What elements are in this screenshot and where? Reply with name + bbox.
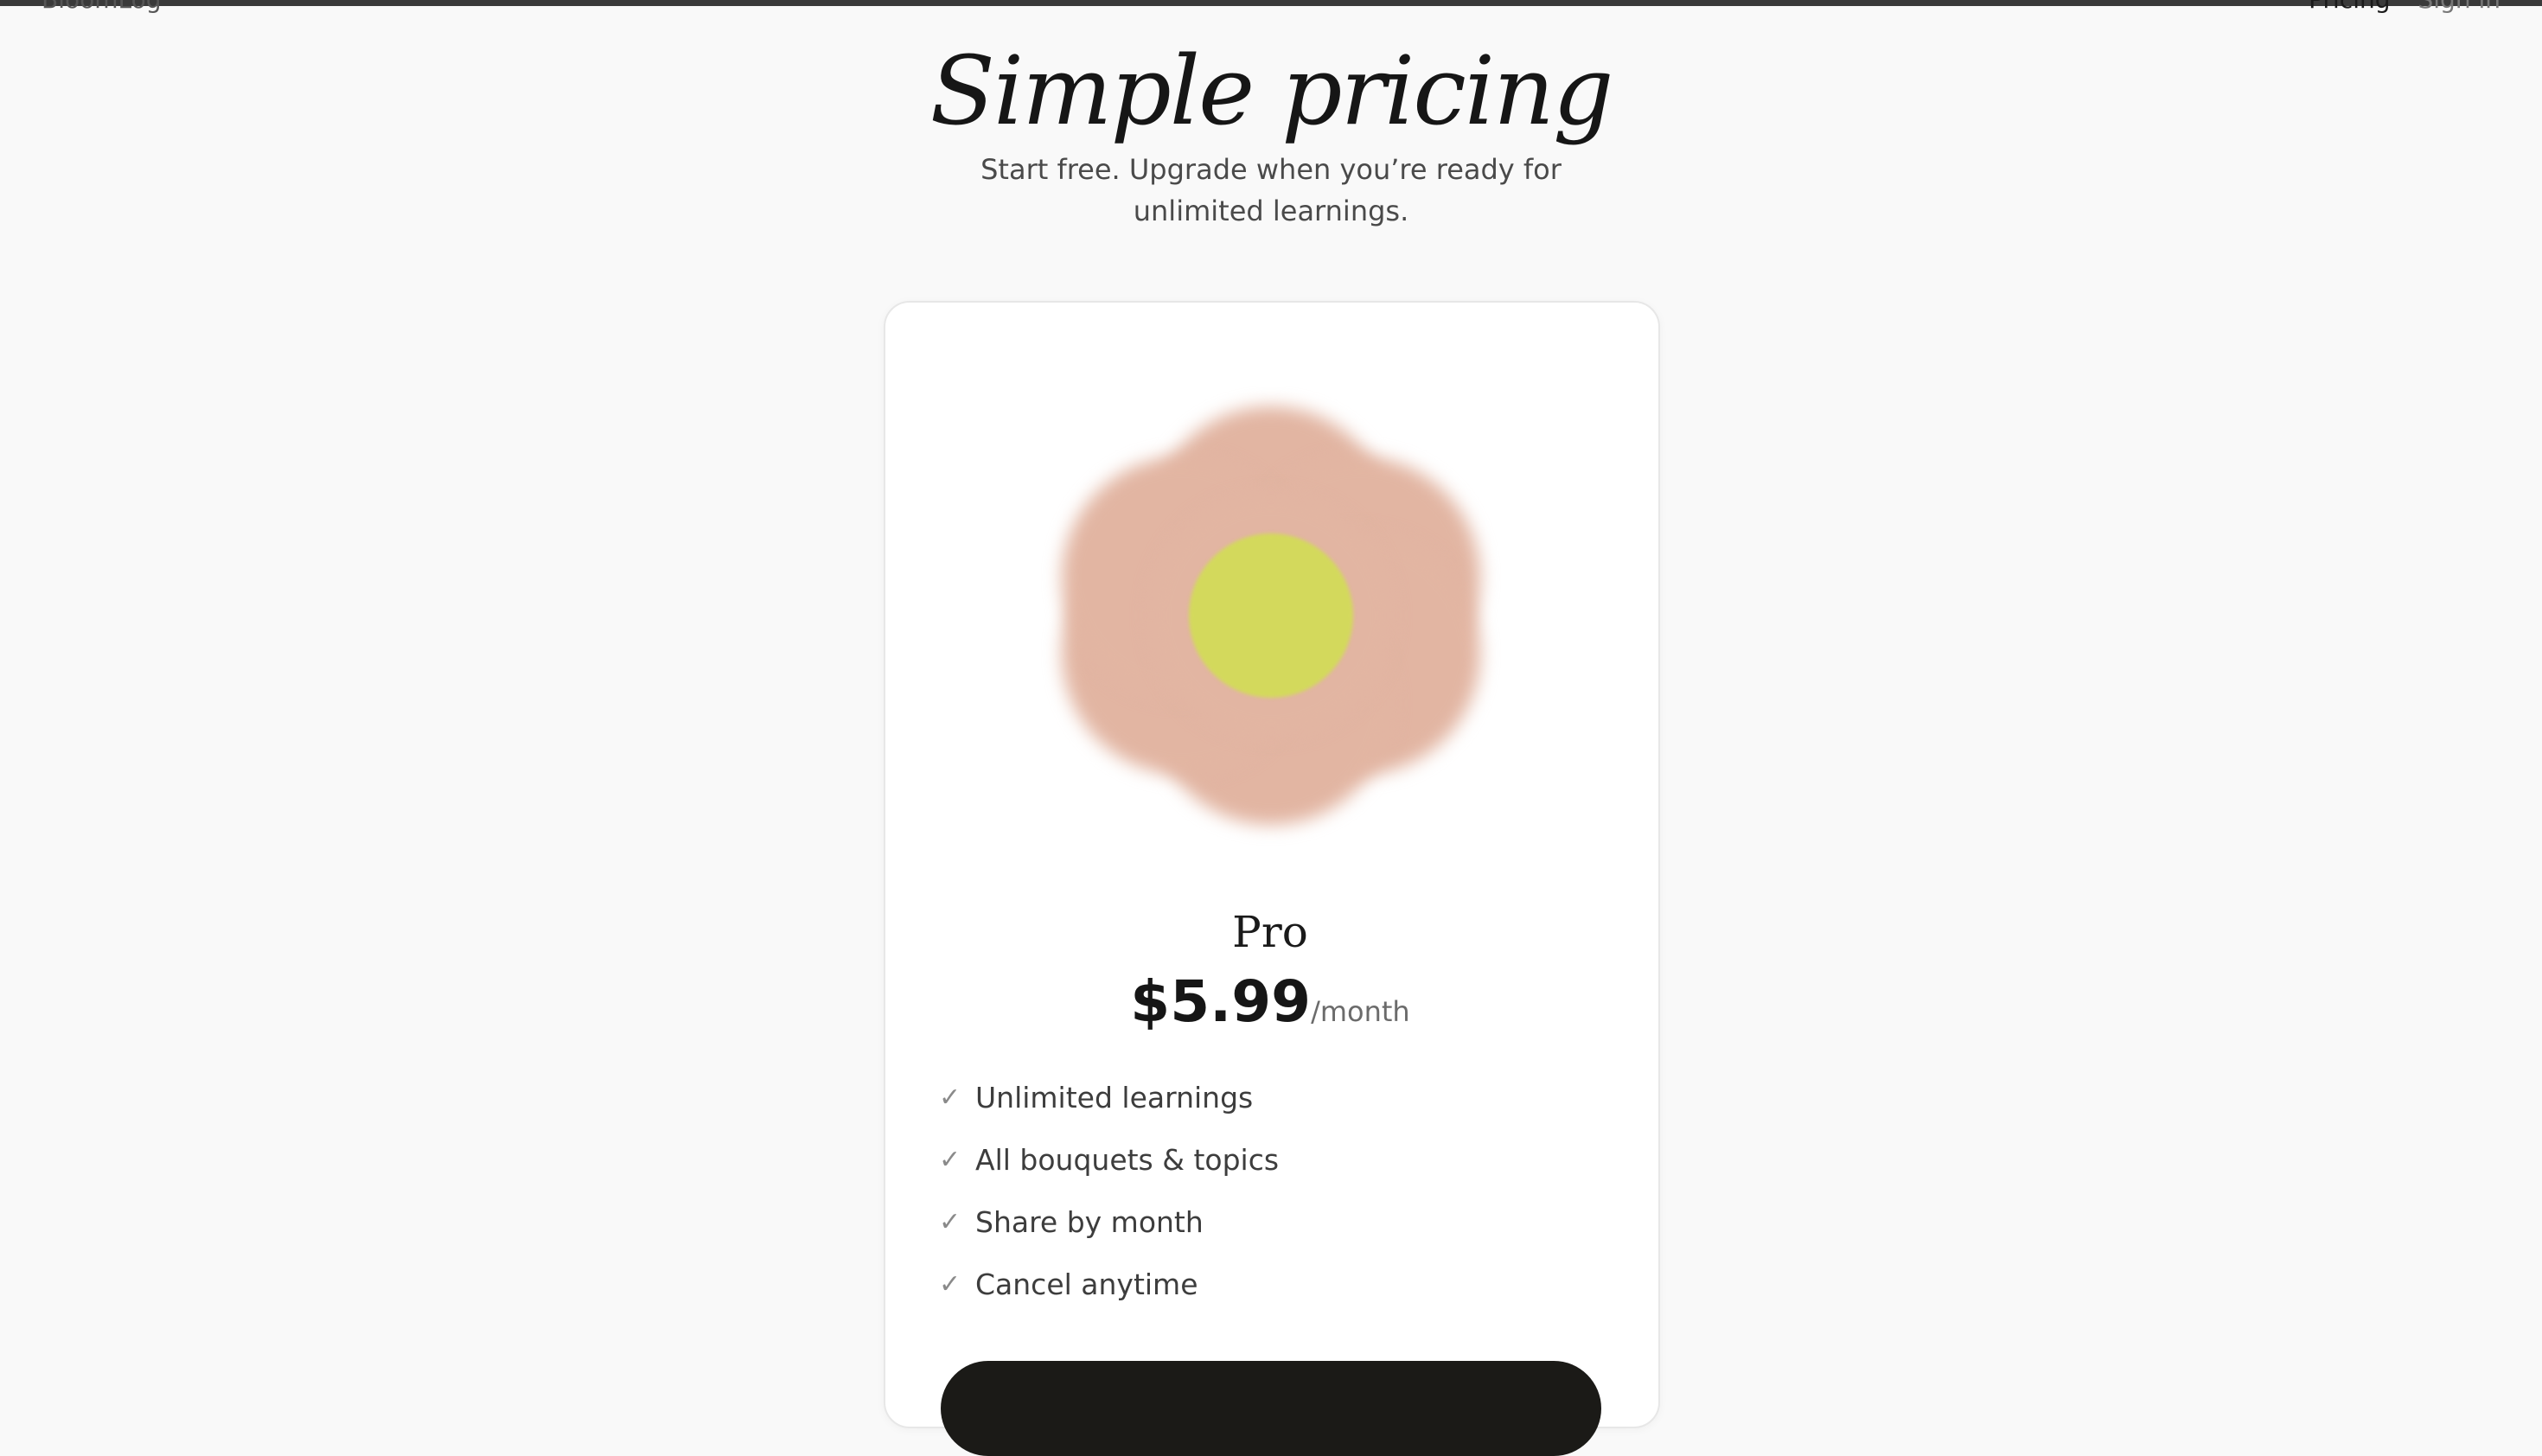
- feature-item: ✓ Unlimited learnings: [939, 1076, 1279, 1139]
- feature-label: Unlimited learnings: [975, 1081, 1254, 1114]
- page-subtitle: Start free. Upgrade when you’re ready fo…: [980, 153, 1562, 227]
- flower-illustration: [1062, 406, 1480, 825]
- page-title: Simple pricing: [929, 35, 1614, 146]
- feature-label: Share by month: [975, 1205, 1204, 1239]
- flower-center: [1189, 533, 1353, 698]
- check-icon: ✓: [939, 1207, 961, 1237]
- price-row: $5.99/month: [884, 968, 1657, 1035]
- feature-label: Cancel anytime: [975, 1268, 1198, 1301]
- feature-list: ✓ Unlimited learnings ✓ All bouquets & t…: [939, 1076, 1279, 1325]
- feature-item: ✓ Cancel anytime: [939, 1263, 1279, 1325]
- feature-item: ✓ All bouquets & topics: [939, 1139, 1279, 1201]
- feature-item: ✓ Share by month: [939, 1201, 1279, 1263]
- feature-label: All bouquets & topics: [975, 1143, 1280, 1177]
- nav-pricing-link[interactable]: Pricing: [2309, 0, 2390, 12]
- check-icon: ✓: [939, 1082, 961, 1113]
- top-border: [0, 0, 2542, 6]
- nav-sign-in-link[interactable]: Sign in: [2418, 0, 2501, 12]
- brand-logo-link[interactable]: BloomLog: [42, 0, 162, 12]
- top-nav: Pricing Sign in: [2309, 0, 2500, 12]
- subscribe-button[interactable]: [941, 1361, 1601, 1456]
- plan-period: /month: [1311, 995, 1410, 1028]
- plan-price: $5.99: [1130, 968, 1312, 1035]
- plan-name: Pro: [1232, 907, 1308, 957]
- check-icon: ✓: [939, 1145, 961, 1175]
- check-icon: ✓: [939, 1269, 961, 1300]
